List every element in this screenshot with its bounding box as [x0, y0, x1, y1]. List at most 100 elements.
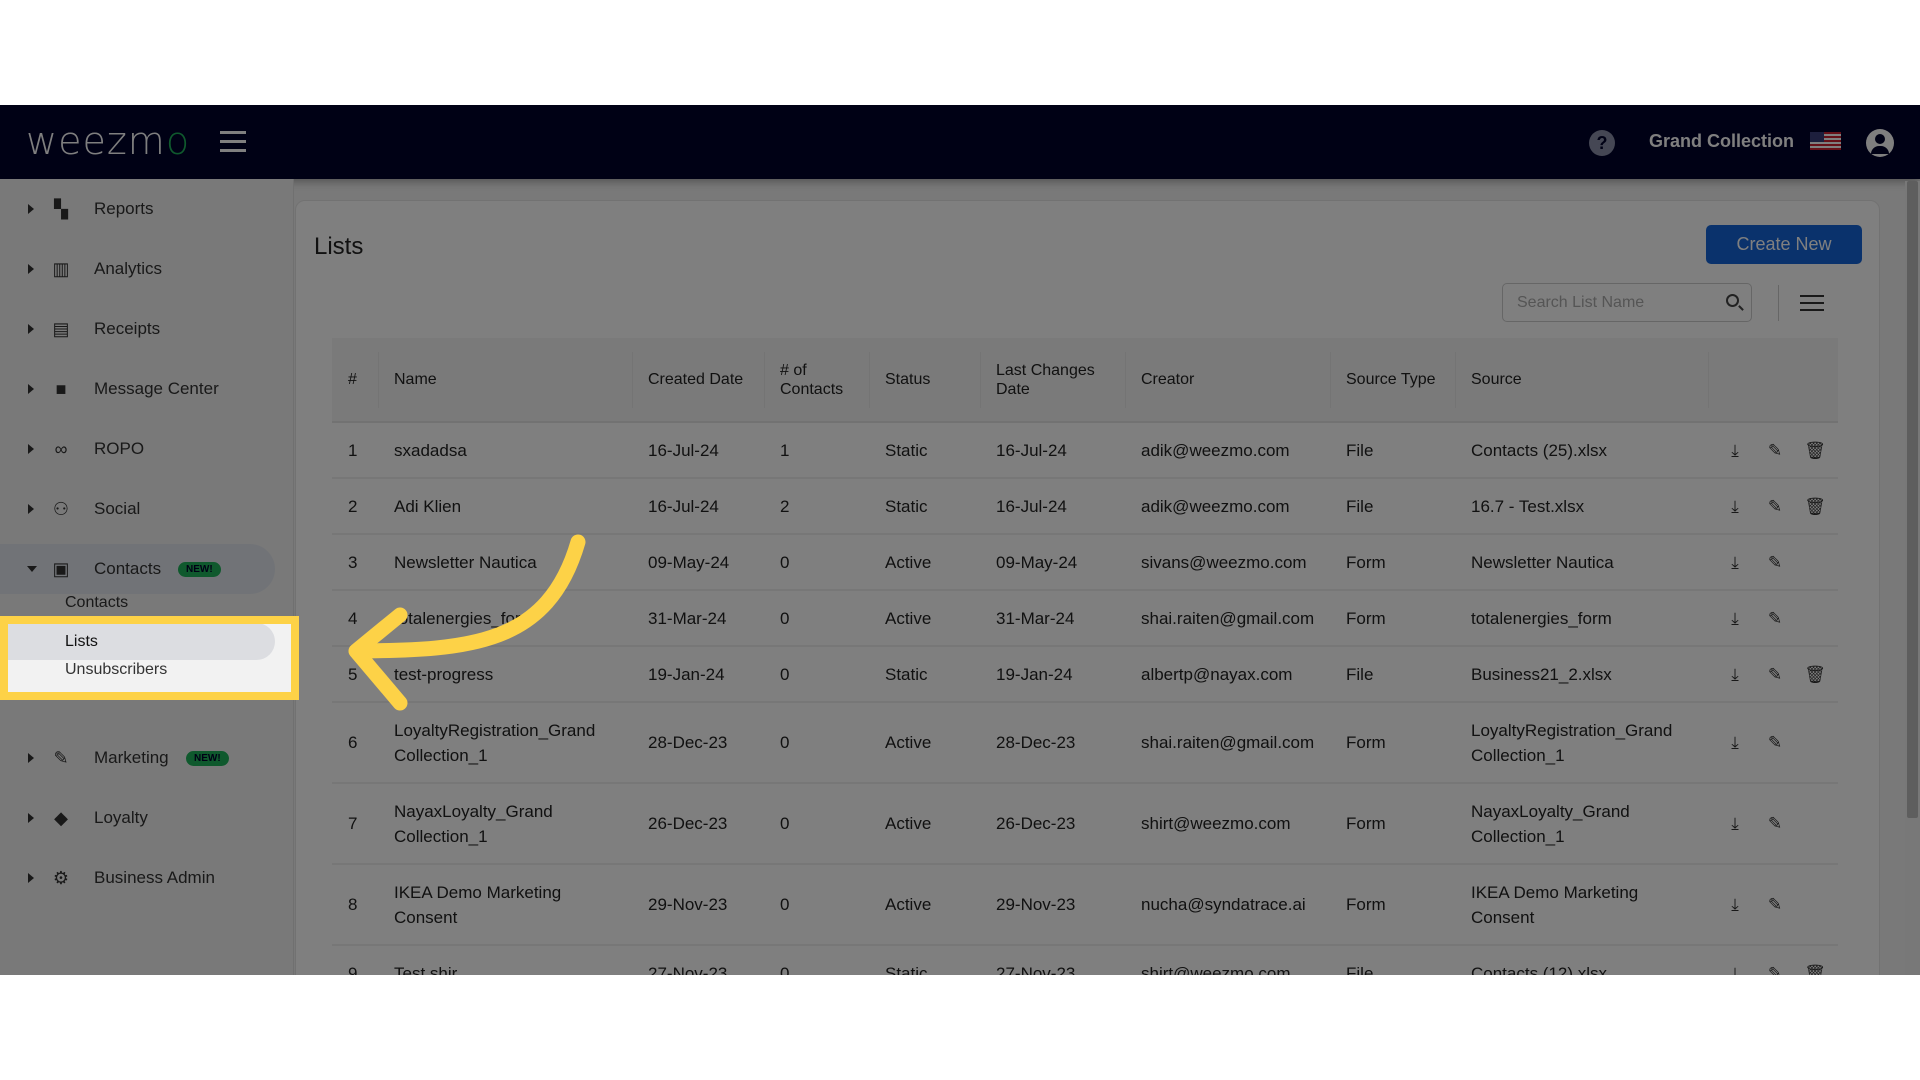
sidebar-item-contacts[interactable]: ▣ Contacts NEW! — [0, 544, 275, 594]
table-cell: Static — [869, 945, 980, 975]
table-cell: 16-Jul-24 — [980, 478, 1125, 535]
table-cell: Static — [869, 478, 980, 535]
column-header: Last Changes Date — [980, 338, 1125, 423]
column-header: Creator — [1125, 338, 1330, 423]
table-cell: Form — [1330, 864, 1455, 946]
column-header: Source Type — [1330, 338, 1455, 423]
new-badge: NEW! — [178, 561, 221, 577]
lists-table: # Name Created Date # of Contacts Status Last… — [332, 338, 1838, 975]
hamburger-menu-icon[interactable] — [220, 131, 246, 153]
edit-pencil-icon[interactable]: ✎ — [1764, 494, 1786, 519]
download-icon[interactable]: ⤓ — [1724, 438, 1746, 463]
table-cell: 9 — [332, 945, 378, 975]
caret-right-icon — [28, 873, 34, 883]
search-placeholder: Search List Name — [1517, 294, 1645, 311]
table-cell: 19-Jan-24 — [980, 646, 1125, 703]
caret-right-icon — [28, 384, 34, 394]
sidebar-item-message-center[interactable]: ■ Message Center — [0, 364, 275, 414]
search-icon[interactable] — [1726, 294, 1739, 307]
table-cell: NayaxLoyalty_Grand Collection_1 — [1455, 783, 1708, 865]
table-cell: 29-Nov-23 — [980, 864, 1125, 946]
table-cell: 7 — [332, 783, 378, 865]
download-icon[interactable]: ⤓ — [1724, 606, 1746, 631]
table-cell: 27-Nov-23 — [980, 945, 1125, 975]
table-cell: IKEA Demo Marketing Consent — [1455, 864, 1708, 946]
scrollbar[interactable] — [1905, 181, 1920, 975]
table-row[interactable]: 7 NayaxLoyalty_Grand Collection_1 26-Dec-2… — [332, 783, 1838, 865]
row-actions: ⤓ ✎ — [1708, 590, 1838, 647]
table-row[interactable]: 1 sxadadsa 16-Jul-24 1 Static 16-Jul-24 adik@w… — [332, 422, 1838, 479]
trash-icon[interactable]: 🗑 — [1804, 438, 1826, 463]
app-screen: weezmo ? Grand Collection ▚ Reports ▥ Anal… — [0, 105, 1920, 975]
table-row[interactable]: 8 IKEA Demo Marketing Consent 29-Nov-23 0 Ac… — [332, 864, 1838, 946]
sidebar-item-social[interactable]: ⚇ Social — [0, 484, 275, 534]
tag-icon: ◆ — [54, 808, 68, 828]
table-cell: 5 — [332, 646, 378, 703]
edit-pencil-icon[interactable]: ✎ — [1764, 892, 1786, 917]
table-cell: 16-Jul-24 — [980, 422, 1125, 479]
caret-down-icon — [27, 566, 37, 572]
download-icon[interactable]: ⤓ — [1724, 662, 1746, 687]
table-cell: sxadadsa — [378, 422, 632, 479]
download-icon[interactable]: ⤓ — [1724, 961, 1746, 976]
create-new-button[interactable]: Create New — [1706, 225, 1862, 264]
table-row[interactable]: 2 Adi Klien 16-Jul-24 2 Static 16-Jul-24 adik@… — [332, 478, 1838, 535]
table-cell: File — [1330, 945, 1455, 975]
edit-pencil-icon[interactable]: ✎ — [1764, 662, 1786, 687]
sidebar-item-receipts[interactable]: ▤ Receipts — [0, 304, 275, 354]
table-row[interactable]: 9 Test shir 27-Nov-23 0 Static 27-Nov-23 shirt… — [332, 945, 1838, 975]
download-icon[interactable]: ⤓ — [1724, 730, 1746, 755]
user-account-icon[interactable] — [1866, 129, 1894, 157]
us-flag-icon[interactable] — [1810, 132, 1841, 150]
sidebar-item-label: Social — [94, 499, 141, 518]
table-cell: adik@weezmo.com — [1125, 422, 1330, 479]
search-input[interactable]: Search List Name — [1502, 283, 1752, 322]
sidebar-item-reports[interactable]: ▚ Reports — [0, 184, 275, 234]
table-row[interactable]: 4 totalenergies_form 31-Mar-24 0 Active 31-Ma… — [332, 590, 1838, 647]
table-cell: Static — [869, 422, 980, 479]
table-cell: 0 — [764, 702, 869, 784]
table-cell: 2 — [764, 478, 869, 535]
highlight-box — [0, 616, 299, 700]
table-cell: 1 — [764, 422, 869, 479]
caret-right-icon — [28, 813, 34, 823]
edit-pencil-icon[interactable]: ✎ — [1764, 606, 1786, 631]
sidebar-subitem-contacts[interactable]: Contacts — [65, 594, 128, 612]
download-icon[interactable]: ⤓ — [1724, 550, 1746, 575]
sidebar-item-marketing[interactable]: ✎ Marketing NEW! — [0, 733, 275, 783]
sidebar-item-label: Contacts — [94, 559, 162, 578]
sidebar-item-analytics[interactable]: ▥ Analytics — [0, 244, 275, 294]
sidebar-item-ropo[interactable]: ∞ ROPO — [0, 424, 275, 474]
table-row[interactable]: 6 LoyaltyRegistration_Grand Collection_1 2… — [332, 702, 1838, 784]
organization-name[interactable]: Grand Collection — [1649, 131, 1794, 152]
table-cell: 6 — [332, 702, 378, 784]
edit-pencil-icon[interactable]: ✎ — [1764, 811, 1786, 836]
new-badge: NEW! — [186, 750, 229, 766]
trash-icon[interactable]: 🗑 — [1804, 494, 1826, 519]
table-cell: 31-Mar-24 — [632, 590, 764, 647]
download-icon[interactable]: ⤓ — [1724, 494, 1746, 519]
edit-pencil-icon[interactable]: ✎ — [1764, 550, 1786, 575]
table-row[interactable]: 3 Newsletter Nautica 09-May-24 0 Active 09-Ma… — [332, 534, 1838, 591]
download-icon[interactable]: ⤓ — [1724, 892, 1746, 917]
table-cell: 0 — [764, 945, 869, 975]
filter-sliders-icon[interactable] — [1800, 291, 1824, 315]
weezmo-logo[interactable]: weezmo — [26, 119, 190, 163]
table-cell: 09-May-24 — [980, 534, 1125, 591]
caret-right-icon — [28, 324, 34, 334]
edit-pencil-icon[interactable]: ✎ — [1764, 961, 1786, 976]
table-cell: 31-Mar-24 — [980, 590, 1125, 647]
edit-pencil-icon[interactable]: ✎ — [1764, 438, 1786, 463]
contact-card-icon: ▣ — [52, 559, 70, 579]
scrollbar-thumb[interactable] — [1907, 181, 1918, 818]
help-question-icon[interactable]: ? — [1589, 130, 1615, 156]
trash-icon[interactable]: 🗑 — [1804, 662, 1826, 687]
sidebar-item-business-admin[interactable]: ⚙ Business Admin — [0, 853, 275, 903]
trash-icon[interactable]: 🗑 — [1804, 961, 1826, 976]
column-header: Created Date — [632, 338, 764, 423]
edit-pencil-icon[interactable]: ✎ — [1764, 730, 1786, 755]
download-icon[interactable]: ⤓ — [1724, 811, 1746, 836]
sidebar-item-loyalty[interactable]: ◆ Loyalty — [0, 793, 275, 843]
table-row[interactable]: 5 test-progress 19-Jan-24 0 Static 19-Jan-24 a… — [332, 646, 1838, 703]
table-cell: shai.raiten@gmail.com — [1125, 590, 1330, 647]
